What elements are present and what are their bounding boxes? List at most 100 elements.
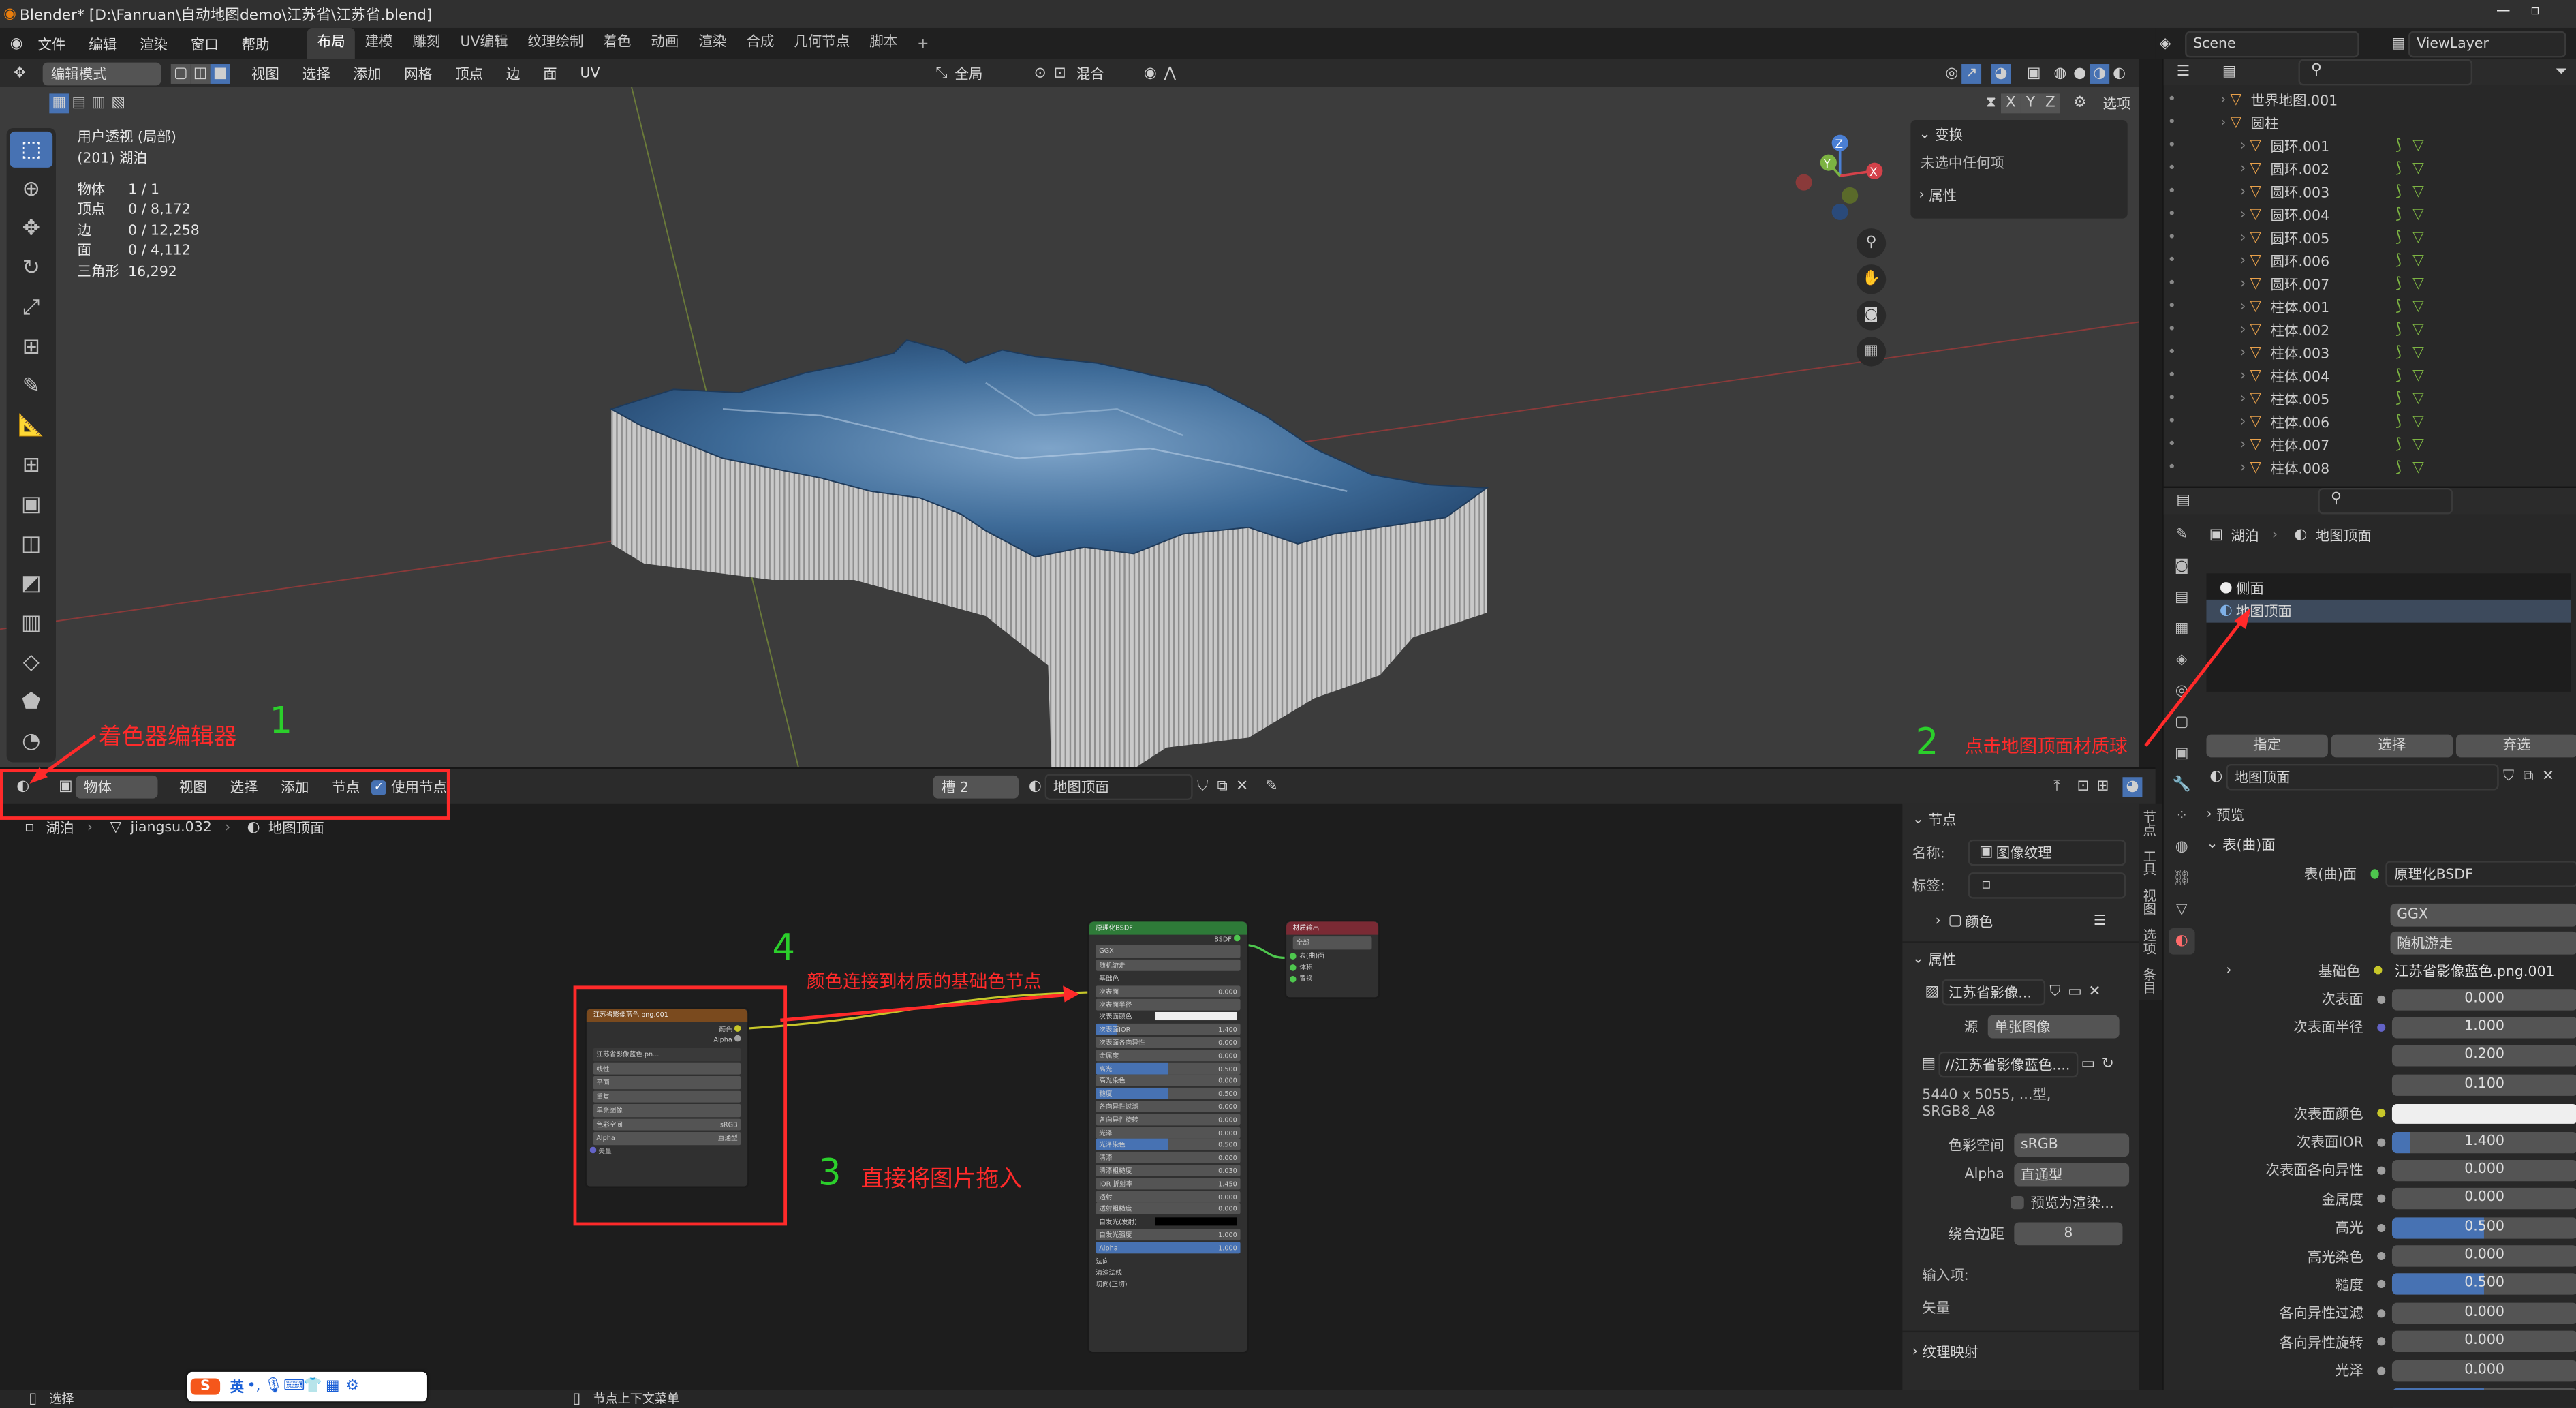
loop-cut-icon[interactable]: ▥ bbox=[10, 604, 52, 641]
snap-node-icon[interactable]: ⊡ bbox=[2073, 777, 2093, 797]
outliner-item[interactable]: • › ▽ 圆环.006 ⟆ ▽ bbox=[2164, 249, 2576, 273]
editor-type-icon[interactable]: ✥ bbox=[10, 63, 29, 83]
node-section[interactable]: ⌄ 节点 bbox=[1902, 804, 2139, 836]
prop-socket[interactable] bbox=[2376, 1166, 2385, 1175]
bsdf-dist[interactable]: GGX bbox=[1096, 945, 1241, 958]
annotate-icon[interactable]: ✎ bbox=[10, 368, 52, 404]
render-shading-icon[interactable]: ◐ bbox=[2109, 63, 2129, 83]
prop-socket[interactable] bbox=[2376, 1023, 2385, 1032]
workspace-tab-6[interactable]: 动画 bbox=[641, 28, 689, 59]
visibility-dot-icon[interactable]: • bbox=[2164, 113, 2180, 133]
prop-socket[interactable] bbox=[2376, 1281, 2385, 1289]
viewport-menu-3[interactable]: 网格 bbox=[404, 63, 432, 83]
prop-link-field[interactable]: 江苏省影像蓝色.png.001 bbox=[2388, 960, 2576, 981]
outliner-item[interactable]: • › ▽ 世界地图.001 bbox=[2164, 89, 2576, 112]
bevel-icon[interactable]: ◩ bbox=[10, 565, 52, 601]
ime-skin-icon[interactable]: 👕 bbox=[303, 1377, 323, 1396]
outliner-item[interactable]: • › ▽ 圆环.005 ⟆ ▽ bbox=[2164, 227, 2576, 250]
bsdf-row[interactable]: 光泽 0.000 bbox=[1096, 1126, 1241, 1138]
workspace-tab-8[interactable]: 合成 bbox=[736, 28, 784, 59]
data-tab-icon[interactable]: ▽ bbox=[2169, 897, 2195, 923]
alpha-select[interactable]: 直通型 bbox=[2014, 1163, 2130, 1187]
blender-menu-icon[interactable]: ◉ bbox=[7, 33, 27, 53]
bsdf-row[interactable]: 次表面各向异性 0.000 bbox=[1096, 1037, 1241, 1048]
viewlayer-selector[interactable]: ViewLayer bbox=[2408, 30, 2566, 57]
solid-shading-icon[interactable]: ● bbox=[2070, 63, 2090, 83]
node-path-field[interactable]: //江苏省影像蓝色.... bbox=[1938, 1051, 2079, 1078]
workspace-tab-7[interactable]: 渲染 bbox=[689, 28, 736, 59]
bsdf-row[interactable]: 自发光强度 1.000 bbox=[1096, 1229, 1241, 1240]
prop-socket[interactable] bbox=[2376, 1109, 2385, 1118]
viewlayer-icon[interactable]: ▤ bbox=[2389, 33, 2408, 53]
prop-slider[interactable]: 0.000 bbox=[2391, 1188, 2576, 1210]
prop-socket[interactable] bbox=[2373, 966, 2382, 975]
prop-socket[interactable] bbox=[2376, 1195, 2385, 1204]
viewport-menu-2[interactable]: 添加 bbox=[354, 63, 382, 83]
node-source-select[interactable]: 单张图像 bbox=[1987, 1015, 2120, 1039]
ime-punct-icon[interactable]: •, bbox=[244, 1377, 264, 1396]
prop-slider[interactable]: 0.500 bbox=[2391, 1216, 2576, 1238]
node-overlay-icon[interactable]: ◕ bbox=[2122, 777, 2143, 797]
bsdf-row[interactable]: 各向异性过滤 0.000 bbox=[1096, 1101, 1241, 1112]
bsdf-row[interactable]: 透射 0.000 bbox=[1096, 1190, 1241, 1202]
outliner-display-icon[interactable]: ▤ bbox=[2220, 63, 2239, 82]
transform-orientation[interactable]: 全局 bbox=[955, 63, 1014, 83]
cursor-icon[interactable]: ⊕ bbox=[10, 171, 52, 207]
slot-map-top[interactable]: ◐ 地图顶面 bbox=[2206, 599, 2571, 623]
prop-slider[interactable]: 0.000 bbox=[2391, 1245, 2576, 1267]
mirror-icon[interactable]: ⧗ bbox=[1981, 93, 2001, 113]
gizmo-icon[interactable]: ↗ bbox=[1961, 63, 1982, 83]
visibility-dot-icon[interactable]: • bbox=[2164, 320, 2180, 340]
material-slot-list[interactable]: ● 侧面 ◐ 地图顶面 bbox=[2206, 573, 2571, 692]
visibility-dot-icon[interactable]: • bbox=[2164, 275, 2180, 294]
outliner-item[interactable]: • › ▽ 柱体.004 ⟆ ▽ bbox=[2164, 365, 2576, 388]
node-snap-mode-icon[interactable]: ⊞ bbox=[2093, 777, 2113, 797]
outliner-item[interactable]: • › ▽ 圆环.002 ⟆ ▽ bbox=[2164, 157, 2576, 181]
duplicate-icon[interactable]: ⧉ bbox=[1213, 777, 1232, 797]
scene-icon[interactable]: ◈ bbox=[2156, 33, 2175, 53]
properties-type-icon[interactable]: ▤ bbox=[2173, 491, 2193, 511]
menu-3[interactable]: 窗口 bbox=[191, 33, 219, 53]
visibility-dot-icon[interactable]: • bbox=[2164, 205, 2180, 225]
ime-settings-icon[interactable]: ⚙ bbox=[343, 1377, 362, 1396]
outliner-item[interactable]: • › ▽ 圆环.003 ⟆ ▽ bbox=[2164, 181, 2576, 204]
prop-slider[interactable]: 0.000 bbox=[2391, 988, 2576, 1010]
mode-selector[interactable]: 编辑模式 bbox=[42, 61, 161, 85]
select-vertex-icon[interactable]: ▢ bbox=[170, 63, 191, 83]
visibility-dot-icon[interactable]: • bbox=[2164, 459, 2180, 478]
prop-socket[interactable] bbox=[2376, 1252, 2385, 1261]
premult-row[interactable]: 预览为渲染... bbox=[1902, 1189, 2139, 1216]
outliner-item[interactable]: • › ▽ 柱体.005 ⟆ ▽ bbox=[2164, 388, 2576, 411]
material-tab-icon[interactable]: ◐ bbox=[2168, 928, 2195, 955]
viewport-menu-1[interactable]: 选择 bbox=[302, 63, 330, 83]
inset-icon[interactable]: ◫ bbox=[10, 525, 52, 562]
node-name-field[interactable]: ▣ 图像纹理 bbox=[1968, 839, 2126, 866]
options-menu[interactable]: 选项 bbox=[2103, 93, 2131, 113]
prop-slider[interactable]: 0.500 bbox=[2391, 1274, 2576, 1296]
preview-section[interactable]: › 预览 bbox=[2206, 800, 2576, 829]
overlay-icon[interactable]: ◕ bbox=[1991, 63, 2011, 83]
3d-viewport[interactable]: 用户透视 (局部) (201) 湖泊 物体 1 / 1 顶点 0 / 8,172 边 0 … bbox=[0, 87, 2139, 767]
select-box-icon[interactable]: ⬚ bbox=[10, 131, 53, 168]
mat-close-icon[interactable]: ✕ bbox=[2539, 767, 2558, 787]
color-swatch[interactable] bbox=[1155, 1217, 1237, 1226]
fake-user-icon[interactable]: ⛉ bbox=[1193, 777, 1213, 797]
unlink-icon[interactable]: ✕ bbox=[1232, 777, 1252, 797]
visibility-dot-icon[interactable]: • bbox=[2164, 91, 2180, 110]
bsdf-row[interactable]: 光泽染色 0.500 bbox=[1096, 1139, 1241, 1151]
scale-icon[interactable]: ⤢ bbox=[10, 289, 52, 325]
visibility-dot-icon[interactable]: • bbox=[2164, 389, 2180, 409]
image-browse-icon[interactable]: ▨ bbox=[1922, 983, 1942, 1003]
wrench-icon[interactable]: ⚙ bbox=[2070, 93, 2090, 113]
visibility-dot-icon[interactable]: • bbox=[2164, 251, 2180, 271]
slot-side[interactable]: ● 侧面 bbox=[2206, 577, 2571, 600]
bsdf-row[interactable]: 次表面颜色 bbox=[1096, 1011, 1240, 1023]
workspace-tab-2[interactable]: 雕刻 bbox=[403, 28, 450, 59]
colorspace-select[interactable]: sRGB bbox=[2014, 1133, 2130, 1157]
output-socket[interactable] bbox=[1289, 964, 1297, 971]
material-name-field[interactable]: 地图顶面 bbox=[1044, 774, 1193, 801]
wireframe-shading-icon[interactable]: ◍ bbox=[2050, 63, 2070, 83]
mat-copy-icon[interactable]: ⧉ bbox=[2519, 767, 2539, 787]
viewport-menu-7[interactable]: UV bbox=[580, 65, 600, 81]
outliner-item[interactable]: • › ▽ 圆环.004 ⟆ ▽ bbox=[2164, 204, 2576, 227]
